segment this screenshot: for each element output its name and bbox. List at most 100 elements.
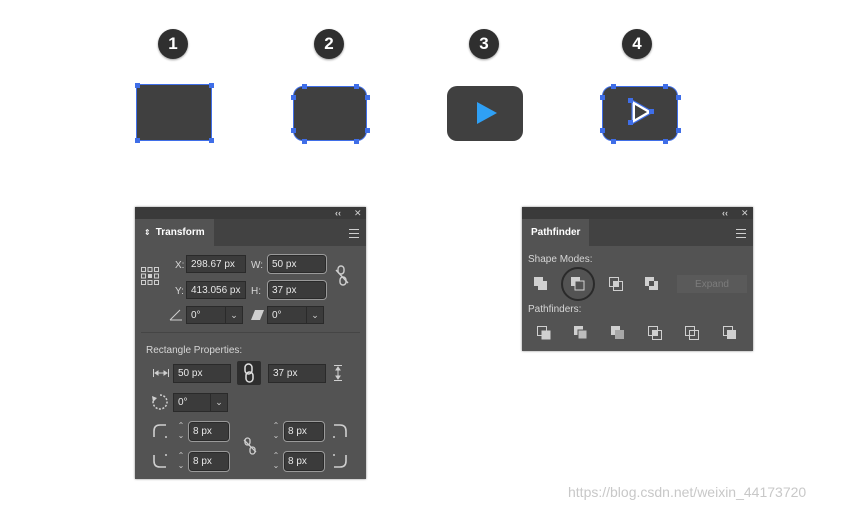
play-triangle-icon: [477, 102, 497, 124]
width-arrows-icon: [153, 369, 169, 377]
h-label: H:: [251, 286, 261, 297]
corner-tl-stepper-icon[interactable]: ⌃ ⌄: [176, 421, 186, 443]
close-icon[interactable]: ✕: [354, 209, 362, 218]
reference-point-icon[interactable]: [141, 267, 159, 285]
watermark-text: https://blog.csdn.net/weixin_44173720: [568, 484, 807, 500]
selection-handle[interactable]: [663, 139, 668, 144]
selection-handle[interactable]: [611, 84, 616, 89]
section-divider: [141, 332, 360, 333]
shape-modes-label: Shape Modes:: [528, 254, 593, 265]
tab-transform[interactable]: ⇕ Transform: [135, 219, 214, 246]
minus-front-icon: [571, 277, 585, 291]
merge-icon[interactable]: [610, 325, 626, 341]
rect-width-input[interactable]: 50 px: [173, 364, 231, 383]
corner-top-left-icon: [153, 424, 167, 438]
selection-handle[interactable]: [209, 83, 214, 88]
selection-handle[interactable]: [600, 128, 605, 133]
selection-handle[interactable]: [628, 120, 633, 125]
corner-tr-input[interactable]: 8 px: [283, 421, 325, 442]
rectangle-properties-label: Rectangle Properties:: [146, 345, 243, 356]
outline-icon[interactable]: [684, 325, 700, 341]
selection-handle[interactable]: [611, 139, 616, 144]
intersect-icon[interactable]: [608, 276, 624, 292]
y-input[interactable]: 413.056 px: [186, 281, 246, 299]
panel-tab-bar: ⇕ Transform: [135, 219, 366, 246]
shear-input[interactable]: 0°: [267, 306, 307, 324]
exclude-icon[interactable]: [644, 276, 660, 292]
play-button-shape-step4[interactable]: [602, 86, 678, 141]
selection-handle[interactable]: [354, 139, 359, 144]
corner-bl-input[interactable]: 8 px: [188, 451, 230, 472]
step-badge-1: 1: [158, 29, 188, 59]
tab-pathfinder[interactable]: Pathfinder: [522, 219, 590, 246]
shear-icon: [251, 310, 264, 320]
play-button-shape-step3: [447, 86, 523, 141]
trim-icon[interactable]: [573, 325, 589, 341]
selection-handle[interactable]: [135, 138, 140, 143]
rect-height-input[interactable]: 37 px: [268, 364, 326, 383]
unite-icon[interactable]: [533, 276, 549, 292]
selection-handle[interactable]: [676, 95, 681, 100]
step-badge-4: 4: [622, 29, 652, 59]
divide-icon[interactable]: [536, 325, 552, 341]
corner-br-stepper-icon[interactable]: ⌃ ⌄: [271, 451, 281, 473]
selection-handle[interactable]: [302, 84, 307, 89]
selection-handle[interactable]: [354, 84, 359, 89]
selection-handle[interactable]: [676, 128, 681, 133]
x-input[interactable]: 298.67 px: [186, 255, 246, 273]
selection-handle[interactable]: [649, 109, 654, 114]
corner-tl-input[interactable]: 8 px: [188, 421, 230, 442]
crop-icon[interactable]: [647, 325, 663, 341]
rect-angle-input[interactable]: 0°: [173, 393, 211, 412]
panel-menu-icon[interactable]: [349, 229, 359, 238]
constrain-proportions-icon[interactable]: [335, 265, 349, 287]
shear-dropdown-chevron-icon[interactable]: ⌄: [306, 306, 324, 324]
selection-handle[interactable]: [663, 84, 668, 89]
panel-title-bar: ‹‹ ✕: [135, 207, 366, 219]
expand-button[interactable]: Expand: [677, 275, 747, 293]
panel-title-bar: ‹‹ ✕: [522, 207, 753, 219]
tab-label: Pathfinder: [531, 227, 581, 238]
tab-arrows-icon: ⇕: [144, 228, 151, 237]
selection-handle[interactable]: [600, 95, 605, 100]
step-badge-2: 2: [314, 29, 344, 59]
h-input[interactable]: 37 px: [267, 280, 327, 300]
selection-handle[interactable]: [135, 83, 140, 88]
corner-bottom-right-icon: [333, 454, 347, 468]
rotate-icon: [152, 394, 168, 410]
panel-menu-icon[interactable]: [736, 229, 746, 238]
angle-input[interactable]: 0°: [186, 306, 226, 324]
corner-br-input[interactable]: 8 px: [283, 451, 325, 472]
link-corners-icon[interactable]: [243, 437, 257, 455]
minus-back-icon[interactable]: [722, 325, 738, 341]
rect-angle-dropdown-chevron-icon[interactable]: ⌄: [210, 393, 228, 412]
rectangle-shape-step1[interactable]: [136, 84, 212, 141]
selection-handle[interactable]: [209, 138, 214, 143]
panel-tab-bar: Pathfinder: [522, 219, 753, 246]
x-label: X:: [175, 260, 185, 271]
selection-handle[interactable]: [302, 139, 307, 144]
selection-handle[interactable]: [628, 98, 633, 103]
tab-label: Transform: [155, 227, 205, 238]
height-arrows-icon: [334, 365, 342, 381]
angle-dropdown-chevron-icon[interactable]: ⌄: [225, 306, 243, 324]
transform-panel: ‹‹ ✕ ⇕ Transform X: 298.67 px W: 50 px Y…: [135, 207, 366, 479]
chain-link-icon: [244, 363, 254, 383]
selection-handle[interactable]: [291, 128, 296, 133]
link-dimensions-button[interactable]: [237, 361, 261, 385]
rotate-angle-icon: [169, 309, 182, 321]
collapse-icon[interactable]: ‹‹: [335, 209, 341, 218]
collapse-icon[interactable]: ‹‹: [722, 209, 728, 218]
selection-handle[interactable]: [291, 95, 296, 100]
close-icon[interactable]: ✕: [741, 209, 749, 218]
minus-front-button-highlight[interactable]: [561, 267, 595, 301]
corner-bl-stepper-icon[interactable]: ⌃ ⌄: [176, 451, 186, 473]
w-input[interactable]: 50 px: [267, 254, 327, 274]
corner-bottom-left-icon: [153, 454, 167, 468]
w-label: W:: [251, 260, 264, 271]
selection-handle[interactable]: [365, 95, 370, 100]
corner-tr-stepper-icon[interactable]: ⌃ ⌄: [271, 421, 281, 443]
rounded-rectangle-shape-step2[interactable]: [293, 86, 367, 141]
pathfinder-panel: ‹‹ ✕ Pathfinder Shape Modes: Expand Path…: [522, 207, 753, 351]
selection-handle[interactable]: [365, 128, 370, 133]
